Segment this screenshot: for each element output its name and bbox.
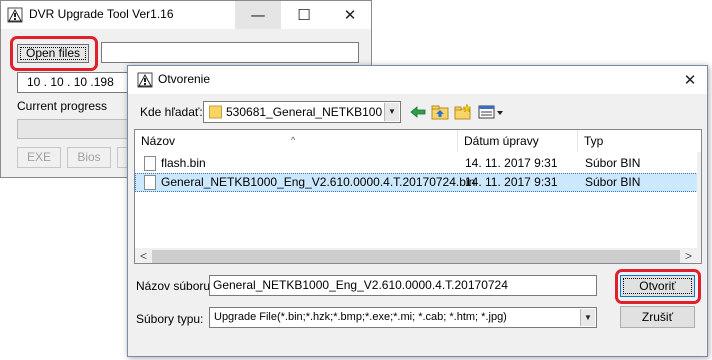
horizontal-scrollbar[interactable]: < > [135,248,697,263]
file-name: flash.bin [161,156,206,170]
up-folder-icon[interactable] [431,103,449,121]
look-in-label: Kde hľadať: [140,105,203,119]
title-bar: DVR Upgrade Tool Ver1.16 — ☐ ✕ [1,1,371,29]
file-list[interactable]: Názov ^ Dátum úpravy Typ flash.bin 14. 1… [134,129,702,264]
dvr-app-icon [7,7,23,23]
look-in-dropdown[interactable]: 530681_General_NETKB1000_E ▼ [203,101,401,123]
dialog-title-bar: Otvorenie ✕ [128,66,707,94]
column-header-type[interactable]: Typ [578,130,700,152]
file-row-selected[interactable]: General_NETKB1000_Eng_V2.610.0000.4.T.20… [135,173,700,192]
open-files-highlight [10,36,98,71]
bios-button[interactable]: Bios [67,147,111,168]
column-name-label: Názov [141,134,176,148]
scroll-right-icon[interactable]: > [680,248,697,263]
file-type: Súbor BIN [585,156,641,170]
current-progress-bar [17,119,133,139]
folder-icon [209,105,222,119]
file-date: 14. 11. 2017 9:31 [465,175,558,189]
scroll-left-icon[interactable]: < [135,248,152,263]
new-folder-icon[interactable] [454,103,472,121]
column-header-name[interactable]: Názov ^ [135,130,458,152]
file-type-label: Súbory typu: [136,312,204,326]
view-menu-icon[interactable] [478,103,504,121]
file-type-value: Upgrade File(*.bin;*.hzk;*.bmp;*.exe;*.m… [214,311,507,323]
file-name-label: Názov súboru: [136,279,214,293]
sort-caret-icon: ^ [291,135,296,145]
open-button-highlight [615,269,701,304]
file-name-input[interactable]: General_NETKB1000_Eng_V2.610.0000.4.T.20… [209,275,597,296]
close-button[interactable]: ✕ [327,1,373,29]
chevron-down-icon[interactable]: ▼ [580,309,595,326]
ip-address-input[interactable]: 10 . 10 . 10 .198 [17,72,130,93]
chevron-down-icon[interactable]: ▼ [384,103,399,121]
file-type: Súbor BIN [585,175,641,189]
file-row[interactable]: flash.bin 14. 11. 2017 9:31 Súbor BIN [135,154,700,173]
exe-button[interactable]: EXE [17,147,61,168]
current-progress-label: Current progress [17,99,108,113]
maximize-button[interactable]: ☐ [281,1,327,29]
file-name: General_NETKB1000_Eng_V2.610.0000.4.T.20… [161,175,476,189]
vertical-scrollbar[interactable] [697,152,701,263]
minimize-button[interactable]: — [235,1,281,29]
file-icon [144,156,156,171]
dialog-icon [137,72,153,88]
open-file-dialog: Otvorenie ✕ Kde hľadať: 530681_General_N… [127,65,708,357]
file-icon [144,175,156,190]
file-type-dropdown[interactable]: Upgrade File(*.bin;*.hzk;*.bmp;*.exe;*.m… [209,307,597,328]
cancel-button[interactable]: Zrušiť [620,306,695,328]
dialog-title: Otvorenie [158,72,211,86]
column-header-date[interactable]: Dátum úpravy [458,130,578,152]
file-date: 14. 11. 2017 9:31 [465,156,558,170]
dialog-close-button[interactable]: ✕ [672,66,708,94]
back-arrow-icon[interactable] [409,103,427,121]
scrollbar-thumb[interactable] [152,250,680,263]
window-title: DVR Upgrade Tool Ver1.16 [29,7,174,21]
look-in-value: 530681_General_NETKB1000_E [226,105,382,119]
file-path-input[interactable] [101,42,359,63]
